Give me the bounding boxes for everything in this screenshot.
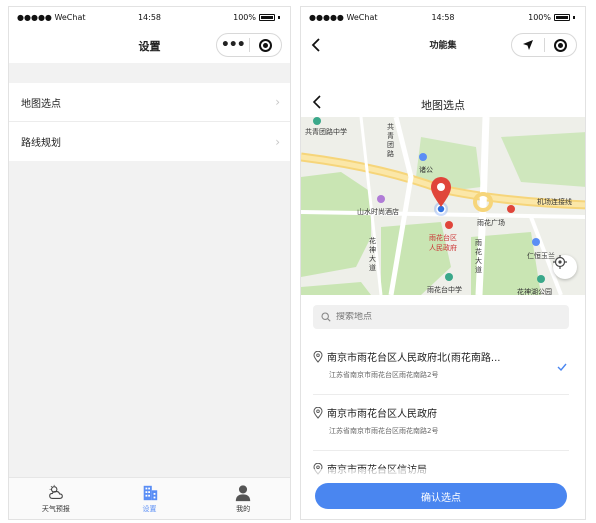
map-label-park: 花神湖公园	[517, 288, 552, 295]
mini-program-capsule	[511, 33, 577, 57]
place-item[interactable]: 南京市雨花台区人民政府 江苏省南京市雨花台区雨花南路2号	[313, 395, 569, 451]
tab-bar: 天气预报 设置 我的	[9, 477, 290, 519]
place-address: 江苏省南京市雨花台区雨花南路2号	[329, 427, 439, 435]
place-name: 南京市雨花台区人民政府北(雨花南路...	[327, 353, 501, 364]
close-circle-icon	[553, 38, 567, 52]
settings-content: 地图选点 › 路线规划 ›	[9, 63, 290, 477]
chevron-right-icon: ›	[275, 95, 280, 109]
tab-settings[interactable]: 设置	[103, 478, 197, 519]
menu-item-label: 地图选点	[21, 98, 61, 110]
settings-menu: 地图选点 › 路线规划 ›	[9, 83, 290, 161]
crosshair-icon	[553, 255, 567, 269]
place-address: 江苏省南京市雨花台区雨花南路2号	[329, 371, 439, 379]
confirm-location-button[interactable]: 确认选点	[315, 483, 567, 509]
map-label-hotel: 山水时尚酒店	[357, 208, 399, 216]
pin-outline-icon	[313, 406, 323, 419]
chevron-right-icon: ›	[275, 134, 280, 149]
battery-icon	[259, 14, 275, 21]
menu-item-label: 路线规划	[21, 138, 61, 149]
battery-indicator: 100%	[233, 13, 280, 22]
place-item[interactable]: 南京市雨花台区人民政府北(雨花南路... 江苏省南京市雨花台区雨花南路2号	[313, 339, 569, 395]
close-circle-icon	[258, 38, 272, 52]
search-input[interactable]	[336, 312, 536, 322]
weather-icon	[48, 484, 63, 499]
tab-weather[interactable]: 天气预报	[9, 478, 103, 519]
tab-label: 天气预报	[41, 504, 70, 513]
user-icon	[235, 484, 251, 501]
status-bar: ●●●●● WeChat 14:58 100%	[301, 7, 585, 27]
map-label-road2: 花神大道	[369, 237, 376, 272]
map-label-school1: 共青团路中学	[305, 128, 347, 136]
more-dots-icon: •••	[220, 37, 246, 53]
close-button[interactable]	[545, 34, 577, 56]
menu-item-map-pick[interactable]: 地图选点 ›	[9, 83, 290, 122]
map-label-gov2: 人民政府	[429, 244, 457, 252]
nav-bar: 设置 •••	[9, 27, 290, 63]
sub-title: 地图选点	[421, 99, 465, 112]
sub-header: 地图选点	[301, 89, 585, 119]
map-label-plaza: 雨花广场	[477, 219, 505, 227]
map-pick-screen: ●●●●● WeChat 14:58 100% 功能集 地图选点 共青团路中学 …	[300, 6, 586, 520]
battery-icon	[554, 14, 570, 21]
tab-label: 设置	[142, 504, 157, 513]
place-name: 南京市雨花台区人民政府	[327, 409, 437, 420]
map-label-road1: 共青团路	[387, 123, 394, 158]
menu-item-route-plan[interactable]: 路线规划 ›	[9, 122, 290, 161]
battery-percent: 100%	[233, 13, 256, 22]
location-share-button[interactable]	[512, 34, 544, 56]
status-bar: ●●●●● WeChat 14:58 100%	[9, 7, 290, 27]
navigation-arrow-icon	[522, 40, 533, 50]
map-label-school2: 雨花台中学	[427, 286, 462, 294]
building-icon	[143, 485, 157, 500]
map-label-road3: 雨花大道	[475, 239, 482, 274]
battery-percent: 100%	[528, 13, 551, 22]
tab-mine[interactable]: 我的	[196, 478, 290, 519]
map-label-airport: 机场连接线	[537, 198, 572, 206]
settings-screen: ●●●●● WeChat 14:58 100% 设置 ••• 地图选点 › 路线…	[8, 6, 291, 520]
tab-label: 我的	[236, 504, 251, 513]
pin-outline-icon	[313, 350, 323, 363]
map-view[interactable]: 共青团路中学 共青团路 诸公 山水时尚酒店 雨花台区 人民政府 雨花广场 机场连…	[301, 117, 585, 295]
search-icon	[321, 312, 331, 322]
close-button[interactable]	[250, 34, 282, 56]
location-pin-icon	[431, 177, 451, 216]
map-label-gov1: 雨花台区	[429, 234, 457, 242]
nav-bar: 功能集	[301, 27, 585, 63]
search-bar[interactable]	[313, 305, 569, 329]
battery-indicator: 100%	[528, 13, 575, 22]
more-button[interactable]: •••	[217, 34, 249, 56]
map-label-zhuge: 诸公	[419, 166, 433, 174]
mini-program-capsule: •••	[216, 33, 282, 57]
check-icon	[557, 363, 567, 371]
map-label-renheng: 仁恒玉兰	[527, 252, 555, 260]
locate-me-button[interactable]	[553, 255, 577, 279]
